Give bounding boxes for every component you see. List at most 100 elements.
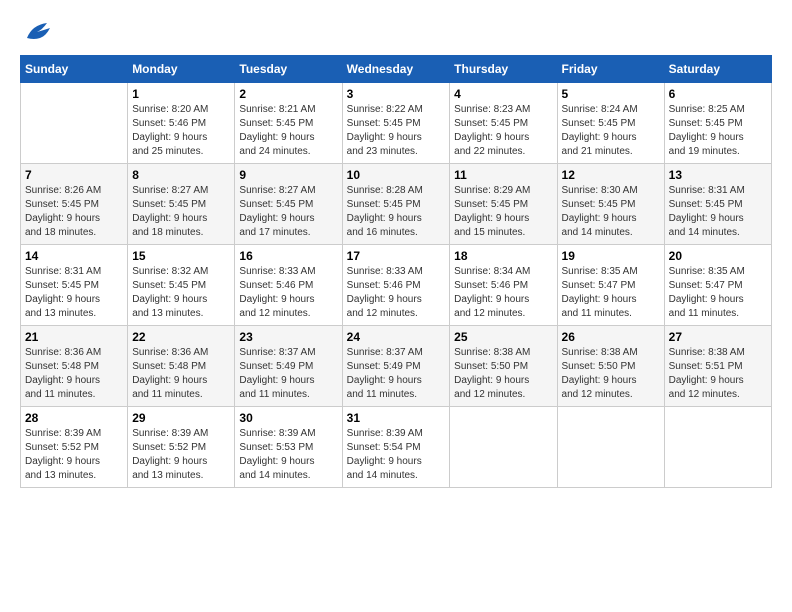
day-info: Sunrise: 8:20 AM Sunset: 5:46 PM Dayligh… (132, 103, 230, 159)
day-number: 1 (132, 87, 230, 101)
calendar-cell: 14Sunrise: 8:31 AM Sunset: 5:45 PM Dayli… (21, 245, 128, 326)
calendar-cell: 12 Sunrise: 8:30 AM Sunset: 5:45 PM Dayli… (557, 164, 664, 245)
calendar-cell: 31Sunrise: 8:39 AM Sunset: 5:54 PM Dayli… (342, 407, 450, 488)
calendar-cell: 6 Sunrise: 8:25 AM Sunset: 5:45 PM Daylig… (664, 83, 771, 164)
day-info: Sunrise: 8:28 AM Sunset: 5:45 PM Dayligh… (347, 184, 446, 240)
calendar-cell: 11 Sunrise: 8:29 AM Sunset: 5:45 PM Dayli… (450, 164, 557, 245)
calendar-cell: 22 Sunrise: 8:36 AM Sunset: 5:48 PM Dayli… (128, 326, 235, 407)
weekday-header-thursday: Thursday (450, 56, 557, 83)
day-info: Sunrise: 8:23 AM Sunset: 5:45 PM Dayligh… (454, 103, 552, 159)
day-info: Sunrise: 8:27 AM Sunset: 5:45 PM Dayligh… (239, 184, 337, 240)
weekday-header-tuesday: Tuesday (235, 56, 342, 83)
day-info: Sunrise: 8:37 AM Sunset: 5:49 PM Dayligh… (347, 346, 446, 402)
day-number: 28 (25, 411, 123, 425)
day-number: 31 (347, 411, 446, 425)
calendar-week-3: 14Sunrise: 8:31 AM Sunset: 5:45 PM Dayli… (21, 245, 772, 326)
calendar-cell: 8 Sunrise: 8:27 AM Sunset: 5:45 PM Daylig… (128, 164, 235, 245)
calendar-cell: 25Sunrise: 8:38 AM Sunset: 5:50 PM Dayli… (450, 326, 557, 407)
day-info: Sunrise: 8:38 AM Sunset: 5:51 PM Dayligh… (669, 346, 767, 402)
day-number: 18 (454, 249, 552, 263)
logo (20, 20, 52, 45)
day-number: 2 (239, 87, 337, 101)
weekday-header-monday: Monday (128, 56, 235, 83)
day-info: Sunrise: 8:34 AM Sunset: 5:46 PM Dayligh… (454, 265, 552, 321)
day-number: 23 (239, 330, 337, 344)
day-number: 26 (562, 330, 660, 344)
calendar-cell (664, 407, 771, 488)
day-number: 30 (239, 411, 337, 425)
calendar-cell: 28Sunrise: 8:39 AM Sunset: 5:52 PM Dayli… (21, 407, 128, 488)
weekday-header-row: SundayMondayTuesdayWednesdayThursdayFrid… (21, 56, 772, 83)
calendar-cell: 10 Sunrise: 8:28 AM Sunset: 5:45 PM Dayli… (342, 164, 450, 245)
day-number: 29 (132, 411, 230, 425)
day-number: 20 (669, 249, 767, 263)
calendar-cell: 7 Sunrise: 8:26 AM Sunset: 5:45 PM Daylig… (21, 164, 128, 245)
calendar-cell: 21Sunrise: 8:36 AM Sunset: 5:48 PM Dayli… (21, 326, 128, 407)
calendar-cell: 15 Sunrise: 8:32 AM Sunset: 5:45 PM Dayli… (128, 245, 235, 326)
day-info: Sunrise: 8:39 AM Sunset: 5:52 PM Dayligh… (132, 427, 230, 483)
weekday-header-sunday: Sunday (21, 56, 128, 83)
calendar-week-1: 1 Sunrise: 8:20 AM Sunset: 5:46 PM Daylig… (21, 83, 772, 164)
calendar-cell: 23 Sunrise: 8:37 AM Sunset: 5:49 PM Dayli… (235, 326, 342, 407)
day-number: 24 (347, 330, 446, 344)
calendar-cell: 19 Sunrise: 8:35 AM Sunset: 5:47 PM Dayli… (557, 245, 664, 326)
weekday-header-saturday: Saturday (664, 56, 771, 83)
calendar-cell: 3Sunrise: 8:22 AM Sunset: 5:45 PM Daylig… (342, 83, 450, 164)
calendar-cell: 17 Sunrise: 8:33 AM Sunset: 5:46 PM Dayli… (342, 245, 450, 326)
day-number: 13 (669, 168, 767, 182)
header (20, 20, 772, 45)
day-number: 10 (347, 168, 446, 182)
calendar-week-5: 28 Sunrise: 8:39 AM Sunset: 5:52 PM Dayli… (21, 407, 772, 488)
calendar-cell: 29 Sunrise: 8:39 AM Sunset: 5:52 PM Dayli… (128, 407, 235, 488)
calendar-cell: 20Sunrise: 8:35 AM Sunset: 5:47 PM Dayli… (664, 245, 771, 326)
day-number: 8 (132, 168, 230, 182)
day-info: Sunrise: 8:31 AM Sunset: 5:45 PM Dayligh… (25, 265, 123, 321)
day-info: Sunrise: 8:21 AM Sunset: 5:45 PM Dayligh… (239, 103, 337, 159)
day-info: Sunrise: 8:29 AM Sunset: 5:45 PM Dayligh… (454, 184, 552, 240)
day-number: 5 (562, 87, 660, 101)
day-info: Sunrise: 8:32 AM Sunset: 5:45 PM Dayligh… (132, 265, 230, 321)
day-number: 6 (669, 87, 767, 101)
day-number: 15 (132, 249, 230, 263)
calendar-cell: 30 Sunrise: 8:39 AM Sunset: 5:53 PM Dayli… (235, 407, 342, 488)
weekday-header-friday: Friday (557, 56, 664, 83)
calendar-cell: 18 Sunrise: 8:34 AM Sunset: 5:46 PM Dayli… (450, 245, 557, 326)
calendar-cell (21, 83, 128, 164)
day-number: 27 (669, 330, 767, 344)
day-info: Sunrise: 8:25 AM Sunset: 5:45 PM Dayligh… (669, 103, 767, 159)
calendar-cell: 16 Sunrise: 8:33 AM Sunset: 5:46 PM Dayli… (235, 245, 342, 326)
day-info: Sunrise: 8:37 AM Sunset: 5:49 PM Dayligh… (239, 346, 337, 402)
day-info: Sunrise: 8:33 AM Sunset: 5:46 PM Dayligh… (347, 265, 446, 321)
calendar-week-4: 21Sunrise: 8:36 AM Sunset: 5:48 PM Dayli… (21, 326, 772, 407)
calendar-cell: 5Sunrise: 8:24 AM Sunset: 5:45 PM Daylig… (557, 83, 664, 164)
day-info: Sunrise: 8:33 AM Sunset: 5:46 PM Dayligh… (239, 265, 337, 321)
day-info: Sunrise: 8:26 AM Sunset: 5:45 PM Dayligh… (25, 184, 123, 240)
day-info: Sunrise: 8:27 AM Sunset: 5:45 PM Dayligh… (132, 184, 230, 240)
day-number: 22 (132, 330, 230, 344)
day-number: 7 (25, 168, 123, 182)
day-info: Sunrise: 8:36 AM Sunset: 5:48 PM Dayligh… (132, 346, 230, 402)
day-number: 25 (454, 330, 552, 344)
day-number: 19 (562, 249, 660, 263)
calendar-cell: 9 Sunrise: 8:27 AM Sunset: 5:45 PM Daylig… (235, 164, 342, 245)
day-info: Sunrise: 8:22 AM Sunset: 5:45 PM Dayligh… (347, 103, 446, 159)
calendar-cell (450, 407, 557, 488)
calendar-cell: 13 Sunrise: 8:31 AM Sunset: 5:45 PM Dayli… (664, 164, 771, 245)
calendar-cell: 24 Sunrise: 8:37 AM Sunset: 5:49 PM Dayli… (342, 326, 450, 407)
day-number: 17 (347, 249, 446, 263)
calendar-cell: 27 Sunrise: 8:38 AM Sunset: 5:51 PM Dayli… (664, 326, 771, 407)
calendar-cell: 26 Sunrise: 8:38 AM Sunset: 5:50 PM Dayli… (557, 326, 664, 407)
day-number: 16 (239, 249, 337, 263)
day-info: Sunrise: 8:30 AM Sunset: 5:45 PM Dayligh… (562, 184, 660, 240)
calendar-week-2: 7 Sunrise: 8:26 AM Sunset: 5:45 PM Daylig… (21, 164, 772, 245)
day-info: Sunrise: 8:36 AM Sunset: 5:48 PM Dayligh… (25, 346, 123, 402)
day-number: 12 (562, 168, 660, 182)
weekday-header-wednesday: Wednesday (342, 56, 450, 83)
day-info: Sunrise: 8:35 AM Sunset: 5:47 PM Dayligh… (562, 265, 660, 321)
day-info: Sunrise: 8:31 AM Sunset: 5:45 PM Dayligh… (669, 184, 767, 240)
calendar-cell: 1 Sunrise: 8:20 AM Sunset: 5:46 PM Daylig… (128, 83, 235, 164)
day-info: Sunrise: 8:39 AM Sunset: 5:53 PM Dayligh… (239, 427, 337, 483)
day-info: Sunrise: 8:38 AM Sunset: 5:50 PM Dayligh… (562, 346, 660, 402)
day-number: 9 (239, 168, 337, 182)
day-number: 11 (454, 168, 552, 182)
